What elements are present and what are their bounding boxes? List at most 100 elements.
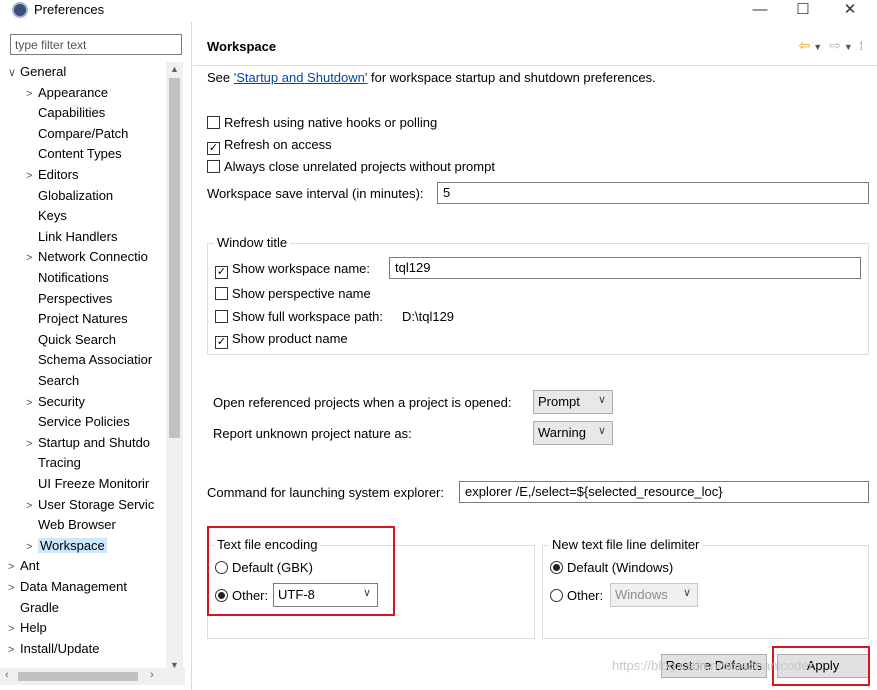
chevron-right-icon[interactable]: >	[26, 537, 38, 557]
scroll-right-icon[interactable]: ›	[150, 669, 154, 681]
tree-item[interactable]: Perspectives	[26, 289, 112, 309]
refresh-access-checkbox[interactable]: ✓	[207, 142, 220, 155]
maximize-button[interactable]: ☐	[788, 0, 818, 20]
show-perspective-checkbox[interactable]	[215, 287, 228, 300]
line-delimiter-legend: New text file line delimiter	[549, 537, 703, 552]
tree-item[interactable]: > Security	[26, 392, 85, 412]
tree-item[interactable]: > Appearance	[26, 83, 108, 103]
tree-item[interactable]: Link Handlers	[26, 227, 118, 247]
chevron-right-icon[interactable]: >	[8, 619, 20, 639]
tree-horizontal-scrollbar[interactable]: ‹ ›	[0, 668, 185, 685]
scrollbar-thumb[interactable]	[169, 78, 180, 438]
tree-item[interactable]: > Data Management	[8, 577, 127, 597]
show-full-path-option[interactable]: Show full workspace path:	[215, 307, 383, 327]
delimiter-other-radio[interactable]	[550, 589, 563, 602]
open-referenced-select[interactable]: Prompt ∨	[533, 390, 613, 414]
always-close-checkbox[interactable]	[207, 160, 220, 173]
tree-item[interactable]: > Install/Update	[8, 639, 100, 659]
tree-item[interactable]: Compare/Patch	[26, 124, 128, 144]
chevron-right-icon[interactable]: >	[26, 434, 38, 454]
always-close-option[interactable]: Always close unrelated projects without …	[207, 157, 495, 177]
tree-item-label: Notifications	[38, 270, 109, 285]
show-perspective-label: Show perspective name	[232, 286, 371, 301]
tree-item[interactable]: > Help	[8, 618, 47, 638]
scrollbar-thumb[interactable]	[18, 672, 138, 681]
chevron-down-icon: ∨	[597, 394, 606, 406]
tree-item[interactable]: Schema Associatior	[26, 350, 152, 370]
chevron-right-icon[interactable]: >	[8, 578, 20, 598]
tree-item[interactable]: > Editors	[26, 165, 78, 185]
show-workspace-name-checkbox[interactable]: ✓	[215, 266, 228, 279]
title-bar: Preferences — ☐ ✕	[0, 0, 877, 22]
description-suffix: for workspace startup and shutdown prefe…	[367, 70, 656, 85]
save-interval-input[interactable]: 5	[437, 182, 869, 204]
scroll-up-icon[interactable]: ▲	[170, 64, 179, 74]
report-unknown-select[interactable]: Warning ∨	[533, 421, 613, 445]
delimiter-default-radio[interactable]	[550, 561, 563, 574]
tree-item[interactable]: Service Policies	[26, 412, 130, 432]
refresh-native-checkbox[interactable]	[207, 116, 220, 129]
chevron-down-icon: ∨	[682, 587, 691, 599]
chevron-right-icon[interactable]: >	[26, 84, 38, 104]
delimiter-other-option[interactable]: Other:	[550, 586, 603, 606]
tree-item[interactable]: Quick Search	[26, 330, 116, 350]
tree-item[interactable]: > User Storage Servic	[26, 495, 154, 515]
filter-input[interactable]	[10, 34, 182, 55]
tree-vertical-scrollbar[interactable]: ▲ ▼	[166, 62, 183, 676]
show-product-label: Show product name	[232, 331, 348, 346]
chevron-right-icon[interactable]: >	[26, 393, 38, 413]
tree-item[interactable]: Keys	[26, 206, 67, 226]
tree-item[interactable]: Tracing	[26, 453, 81, 473]
chevron-down-icon[interactable]: ▼	[813, 42, 822, 52]
chevron-right-icon[interactable]: >	[8, 557, 20, 577]
chevron-right-icon[interactable]: >	[26, 166, 38, 186]
chevron-right-icon[interactable]: >	[8, 640, 20, 660]
minimize-button[interactable]: —	[745, 0, 775, 20]
view-menu-icon[interactable]: ⁞	[860, 39, 863, 53]
refresh-native-option[interactable]: Refresh using native hooks or polling	[207, 113, 437, 133]
close-button[interactable]: ✕	[835, 0, 865, 20]
chevron-down-icon[interactable]: ∨	[8, 63, 20, 83]
tree-item[interactable]: Search	[26, 371, 79, 391]
tree-item[interactable]: > Ant	[8, 556, 40, 576]
tree-item[interactable]: Project Natures	[26, 309, 128, 329]
show-product-option[interactable]: ✓ Show product name	[215, 329, 348, 349]
tree-item[interactable]: Globalization	[26, 186, 113, 206]
show-product-checkbox[interactable]: ✓	[215, 336, 228, 349]
explorer-command-input[interactable]: explorer /E,/select=${selected_resource_…	[459, 481, 869, 503]
forward-arrow-icon[interactable]: ⇨	[829, 37, 841, 53]
chevron-right-icon[interactable]: >	[26, 248, 38, 268]
refresh-access-option[interactable]: ✓ Refresh on access	[207, 135, 332, 155]
tree-item[interactable]: > Startup and Shutdo	[26, 433, 150, 453]
refresh-native-label: Refresh using native hooks or polling	[224, 115, 438, 130]
tree-item[interactable]: Capabilities	[26, 103, 105, 123]
tree-item[interactable]: UI Freeze Monitorir	[26, 474, 149, 494]
chevron-down-icon[interactable]: ▼	[844, 42, 853, 52]
tree-item-label: Tracing	[38, 455, 81, 471]
tree-item-label: Compare/Patch	[38, 125, 129, 141]
delimiter-default-option[interactable]: Default (Windows)	[550, 558, 673, 578]
show-workspace-name-option[interactable]: ✓ Show workspace name:	[215, 259, 370, 279]
tree-item[interactable]: Web Browser	[26, 515, 116, 535]
tree-item-label: Ant	[20, 558, 40, 574]
tree-item[interactable]: > Workspace	[26, 536, 107, 556]
show-full-path-checkbox[interactable]	[215, 310, 228, 323]
tree-item[interactable]: Content Types	[26, 144, 122, 164]
tree-item[interactable]: Notifications	[26, 268, 109, 288]
delimiter-select[interactable]: Windows ∨	[610, 583, 698, 607]
workspace-name-input[interactable]: tql129	[389, 257, 861, 279]
startup-shutdown-link[interactable]: 'Startup and Shutdown'	[234, 70, 368, 85]
back-arrow-icon[interactable]: ⇦	[799, 37, 811, 53]
tree-item[interactable]: > Network Connectio	[26, 247, 148, 267]
show-workspace-name-label: Show workspace name:	[232, 261, 371, 276]
watermark: https://blog.csdn.net/xiaohanlcoder	[612, 658, 813, 673]
tree-item-label: Web Browser	[38, 517, 116, 533]
tree-item-label: Link Handlers	[38, 228, 118, 244]
tree-item[interactable]: Gradle	[8, 598, 59, 618]
scroll-left-icon[interactable]: ‹	[5, 669, 9, 681]
tree-item[interactable]: ∨ General	[8, 62, 66, 82]
tree-item-label: User Storage Servic	[38, 496, 155, 512]
chevron-right-icon[interactable]: >	[26, 496, 38, 516]
show-perspective-option[interactable]: Show perspective name	[215, 284, 371, 304]
tree-item-label: Security	[38, 393, 85, 409]
